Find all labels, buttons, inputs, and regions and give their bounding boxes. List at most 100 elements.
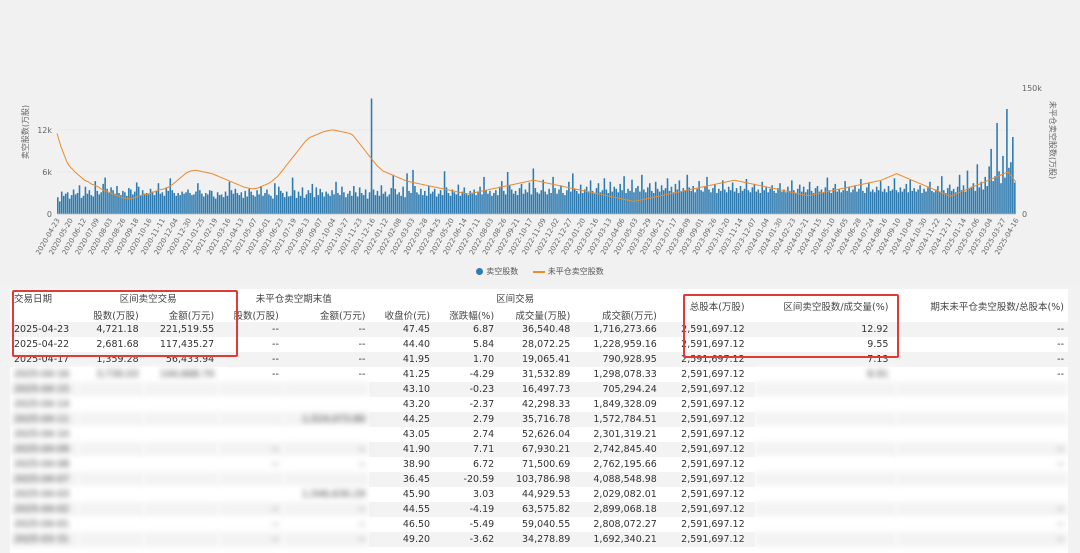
table-row[interactable]: 2025-04-14 43.20 -2.37 42,298.33 1,849,328.0…	[10, 397, 1068, 412]
cell-close: 44.40	[369, 337, 435, 352]
bar-mark	[177, 193, 179, 214]
cell-ratio	[754, 532, 897, 547]
bar-mark	[386, 196, 389, 214]
table-row[interactable]: 2025-04-23 4,721.18 221,519.55 -- -- 47.45 6.8…	[10, 322, 1068, 337]
bar-mark	[406, 173, 408, 214]
table-row[interactable]: 2025-04-10 43.05 2.74 52,626.04 2,301,319.21…	[10, 427, 1068, 442]
bar-mark	[526, 192, 529, 214]
bar-mark	[224, 191, 227, 214]
col-header-ratio[interactable]: 区间卖空股数/成交量(%)	[755, 289, 897, 322]
cell-unclosed-amount	[282, 382, 370, 397]
table-row[interactable]: 2025-04-17 1,359.28 56,433.94 -- -- 41.95 1.70…	[10, 352, 1068, 367]
bar-mark	[416, 192, 418, 214]
col-header-u-amount[interactable]: 金额(万元)	[283, 307, 370, 322]
bar-mark	[769, 188, 771, 214]
bar-mark	[771, 185, 773, 214]
bar-mark	[755, 191, 758, 214]
table-row[interactable]: 2025-04-11 1,524,073.80 44.25 2.79 35,716.78…	[10, 412, 1068, 427]
bar-mark	[218, 195, 221, 214]
legend-label-bars: 卖空股数	[486, 267, 519, 276]
bar-mark	[834, 183, 837, 214]
bar-mark	[544, 191, 546, 214]
table-row[interactable]: 2025-04-02 -- -- 44.55 -4.19 63,575.82 2,899,0…	[10, 502, 1068, 517]
col-header-date[interactable]: 交易日期	[10, 289, 78, 307]
bar-mark	[165, 187, 168, 214]
bar-mark	[199, 190, 201, 214]
bar-mark	[787, 186, 789, 214]
col-header-blank	[10, 307, 78, 322]
cell-turnover: 1,228,959.16	[574, 337, 661, 352]
table-row[interactable]: 2025-04-09 -- -- 41.90 7.71 67,930.21 2,742,84…	[10, 442, 1068, 457]
col-header-end-ratio[interactable]: 期末未平仓卖空股数/总股本(%)	[896, 289, 1068, 322]
bar-mark	[698, 181, 700, 214]
cell-change: -3.62	[434, 532, 499, 547]
bar-mark	[68, 198, 71, 214]
legend-item-bars[interactable]: 卖空股数	[476, 267, 518, 276]
table-row[interactable]: 2025-03-31 -- -- 49.20 -3.62 34,278.89 1,692,3…	[10, 532, 1068, 547]
table-row[interactable]: 2025-04-03 1,546,630.29 45.90 3.03 44,929.53…	[10, 487, 1068, 502]
bar-mark	[234, 188, 237, 214]
cell-amount	[142, 442, 219, 457]
cell-unclosed-amount: --	[282, 367, 370, 382]
col-header-total-shares[interactable]: 总股本(万股)	[661, 289, 755, 322]
bar-mark	[321, 192, 323, 214]
bar-mark	[362, 195, 365, 214]
bar-mark	[325, 191, 327, 214]
bar-mark	[611, 191, 614, 214]
col-header-turnover[interactable]: 成交额(万元)	[574, 307, 661, 322]
table-row[interactable]: 2025-04-08 -- -- 38.90 6.72 71,500.69 2,762,19…	[10, 457, 1068, 472]
table-row[interactable]: 2025-04-07 36.45 -20.59 103,786.98 4,088,548…	[10, 472, 1068, 487]
bar-mark	[795, 193, 797, 214]
col-header-change[interactable]: 涨跌幅(%)	[434, 307, 498, 322]
left-tick-label: 12k	[37, 126, 52, 135]
col-header-range-short[interactable]: 区间卖空交易	[78, 289, 218, 307]
legend-item-line[interactable]: 未平仓卖空股数	[532, 267, 604, 276]
bar-mark	[972, 183, 975, 214]
bar-mark	[816, 186, 819, 214]
bar-mark	[262, 195, 264, 214]
bar-mark	[323, 196, 325, 214]
cell-change: 7.71	[434, 442, 499, 457]
left-tick-label: 0	[47, 210, 52, 219]
cell-amount	[142, 412, 219, 427]
bar-mark	[743, 188, 746, 214]
table-row[interactable]: 2025-04-01 -- -- 46.50 -5.49 59,040.55 2,808,0…	[10, 517, 1068, 532]
table-row[interactable]: 2025-04-22 2,681.68 117,435.27 -- -- 44.40 5.8…	[10, 337, 1068, 352]
bar-mark	[339, 195, 341, 214]
col-header-shares[interactable]: 股数(万股)	[78, 307, 143, 322]
col-header-u-shares[interactable]: 股数(万股)	[218, 307, 283, 322]
col-header-volume[interactable]: 成交量(万股)	[498, 307, 574, 322]
cell-date: 2025-04-16	[10, 367, 78, 382]
cell-shares	[78, 487, 143, 502]
chart-legend[interactable]: 卖空股数 未平仓卖空股数	[0, 266, 1080, 277]
bar-mark	[394, 188, 397, 214]
bar-mark	[268, 194, 270, 214]
bar-mark	[189, 193, 191, 214]
cell-unclosed-shares	[218, 412, 283, 427]
bar-mark	[343, 192, 345, 214]
bar-mark	[672, 192, 675, 214]
bar-mark	[345, 197, 347, 214]
cell-volume: 16,497.73	[498, 382, 575, 397]
bar-mark	[70, 195, 73, 214]
bar-mark	[426, 195, 428, 214]
col-header-amount[interactable]: 金额(万元)	[143, 307, 219, 322]
col-header-close[interactable]: 收盘价(元)	[369, 307, 434, 322]
cell-shares: 1,359.28	[78, 352, 143, 367]
bar-mark	[696, 188, 698, 214]
bar-mark	[477, 192, 479, 214]
cell-shares: 4,721.18	[78, 322, 143, 337]
bar-mark	[400, 195, 402, 214]
bar-mark	[534, 188, 537, 214]
bar-mark	[838, 188, 840, 214]
col-header-range-trade[interactable]: 区间交易	[369, 289, 660, 307]
cell-amount	[142, 472, 219, 487]
table-row[interactable]: 2025-04-16 3,730.03 144,668.74 -- -- 41.25 -4.…	[10, 367, 1068, 382]
cell-change: -20.59	[434, 472, 499, 487]
bar-mark	[652, 193, 655, 214]
col-header-unclosed[interactable]: 未平仓卖空期末值	[218, 289, 369, 307]
bar-mark	[599, 192, 602, 214]
bar-mark	[895, 190, 898, 214]
bar-mark	[650, 190, 653, 214]
table-row[interactable]: 2025-04-15 43.10 -0.23 16,497.73 705,294.24 2…	[10, 382, 1068, 397]
